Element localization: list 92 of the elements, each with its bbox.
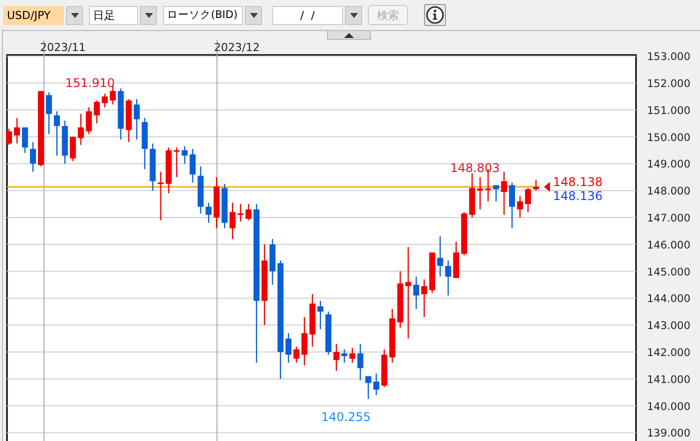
current-price-marker-icon bbox=[544, 182, 550, 192]
candlestick bbox=[301, 317, 308, 366]
price-axis-label: 141.000 bbox=[647, 374, 690, 386]
candlestick bbox=[166, 148, 172, 194]
price-axis-label: 144.000 bbox=[647, 293, 690, 306]
price-axis-label: 139.000 bbox=[647, 428, 690, 440]
candlestick bbox=[206, 202, 212, 223]
candlestick bbox=[94, 100, 100, 124]
candlestick bbox=[421, 279, 428, 318]
timeframe-value: 日足 bbox=[89, 6, 138, 24]
info-button[interactable] bbox=[424, 4, 446, 26]
chart-type-value: ローソク(BID) bbox=[163, 6, 243, 24]
candlestick bbox=[373, 374, 380, 396]
price-axis-label: 151.000 bbox=[647, 104, 690, 117]
currency-pair-dropdown[interactable]: USD/JPY bbox=[3, 6, 83, 24]
price-axis-label: 142.000 bbox=[647, 347, 690, 359]
candlestick bbox=[118, 88, 124, 140]
date-label: 2023/12 bbox=[214, 41, 260, 54]
date-value: / / bbox=[272, 6, 343, 24]
price-axis-label: 140.000 bbox=[647, 400, 690, 413]
candlestick bbox=[317, 300, 324, 330]
candlestick bbox=[453, 242, 460, 278]
candlestick bbox=[445, 260, 452, 296]
chart-type-dropdown[interactable]: ローソク(BID) bbox=[163, 6, 262, 24]
candlestick bbox=[30, 142, 36, 172]
candlestick bbox=[365, 376, 372, 399]
candlestick bbox=[62, 120, 68, 164]
current-price-label: 148.136 bbox=[553, 189, 603, 203]
price-axis-label: 153.000 bbox=[647, 51, 690, 64]
candlestick bbox=[174, 148, 180, 178]
candlestick bbox=[142, 118, 148, 170]
candlestick bbox=[86, 107, 92, 134]
candlestick bbox=[525, 188, 532, 212]
candlestick bbox=[14, 118, 20, 144]
candlestick bbox=[333, 344, 340, 371]
candlestick bbox=[437, 236, 444, 277]
candlestick bbox=[461, 212, 468, 256]
candlestick bbox=[533, 180, 539, 191]
candlestick bbox=[501, 172, 508, 215]
collapse-button[interactable] bbox=[326, 31, 370, 40]
candlestick bbox=[126, 99, 132, 142]
candlestick bbox=[293, 346, 300, 363]
up-arrow-icon bbox=[344, 32, 354, 38]
candlestick bbox=[517, 196, 524, 218]
candlestick bbox=[134, 99, 140, 140]
price-annotation: 151.910 bbox=[65, 76, 115, 90]
price-axis-label: 152.000 bbox=[647, 78, 690, 90]
candlestick bbox=[469, 173, 476, 218]
currency-pair-value: USD/JPY bbox=[3, 6, 64, 24]
candlestick bbox=[493, 185, 500, 202]
candlestick bbox=[182, 146, 188, 164]
candlestick bbox=[238, 204, 244, 222]
candlestick bbox=[102, 94, 108, 108]
price-annotation: 148.803 bbox=[450, 161, 500, 175]
candlestick bbox=[357, 344, 364, 380]
info-icon bbox=[426, 6, 444, 24]
date-picker[interactable]: / / bbox=[272, 6, 362, 24]
candlestick bbox=[150, 144, 156, 191]
price-axis-label: 148.000 bbox=[647, 186, 690, 198]
price-axis-label: 149.000 bbox=[647, 158, 690, 171]
candlestick bbox=[389, 308, 396, 363]
candlestick bbox=[190, 148, 196, 183]
candlestick bbox=[477, 177, 484, 210]
price-annotation: 140.255 bbox=[321, 410, 371, 424]
candlestick bbox=[509, 182, 516, 228]
candlestick bbox=[214, 177, 220, 228]
candlestick bbox=[198, 166, 204, 214]
price-axis-label: 143.000 bbox=[647, 320, 690, 332]
current-price-label: 148.138 bbox=[553, 175, 603, 189]
candlestick bbox=[246, 204, 252, 220]
candlestick bbox=[349, 348, 356, 363]
timeframe-dropdown[interactable]: 日足 bbox=[89, 6, 157, 24]
candlestick bbox=[22, 127, 28, 153]
candlestick bbox=[158, 172, 164, 220]
candlestick bbox=[429, 252, 436, 293]
candlestick bbox=[6, 128, 12, 145]
candlestick bbox=[54, 111, 60, 156]
candlestick bbox=[230, 202, 236, 240]
candlestick bbox=[222, 184, 228, 228]
candlestick bbox=[78, 114, 84, 145]
candlestick bbox=[309, 294, 316, 347]
price-axis-label: 147.000 bbox=[647, 212, 690, 224]
price-axis-label: 146.000 bbox=[647, 239, 690, 252]
candlestick bbox=[285, 333, 292, 363]
candlestick bbox=[413, 276, 420, 309]
price-axis-label: 150.000 bbox=[647, 132, 690, 144]
candlestick bbox=[341, 349, 348, 363]
candlestick bbox=[46, 92, 52, 134]
candlestick bbox=[270, 239, 276, 285]
date-label: 2023/11 bbox=[40, 41, 86, 54]
price-axis-label: 145.000 bbox=[647, 266, 690, 278]
candlestick bbox=[397, 271, 404, 328]
